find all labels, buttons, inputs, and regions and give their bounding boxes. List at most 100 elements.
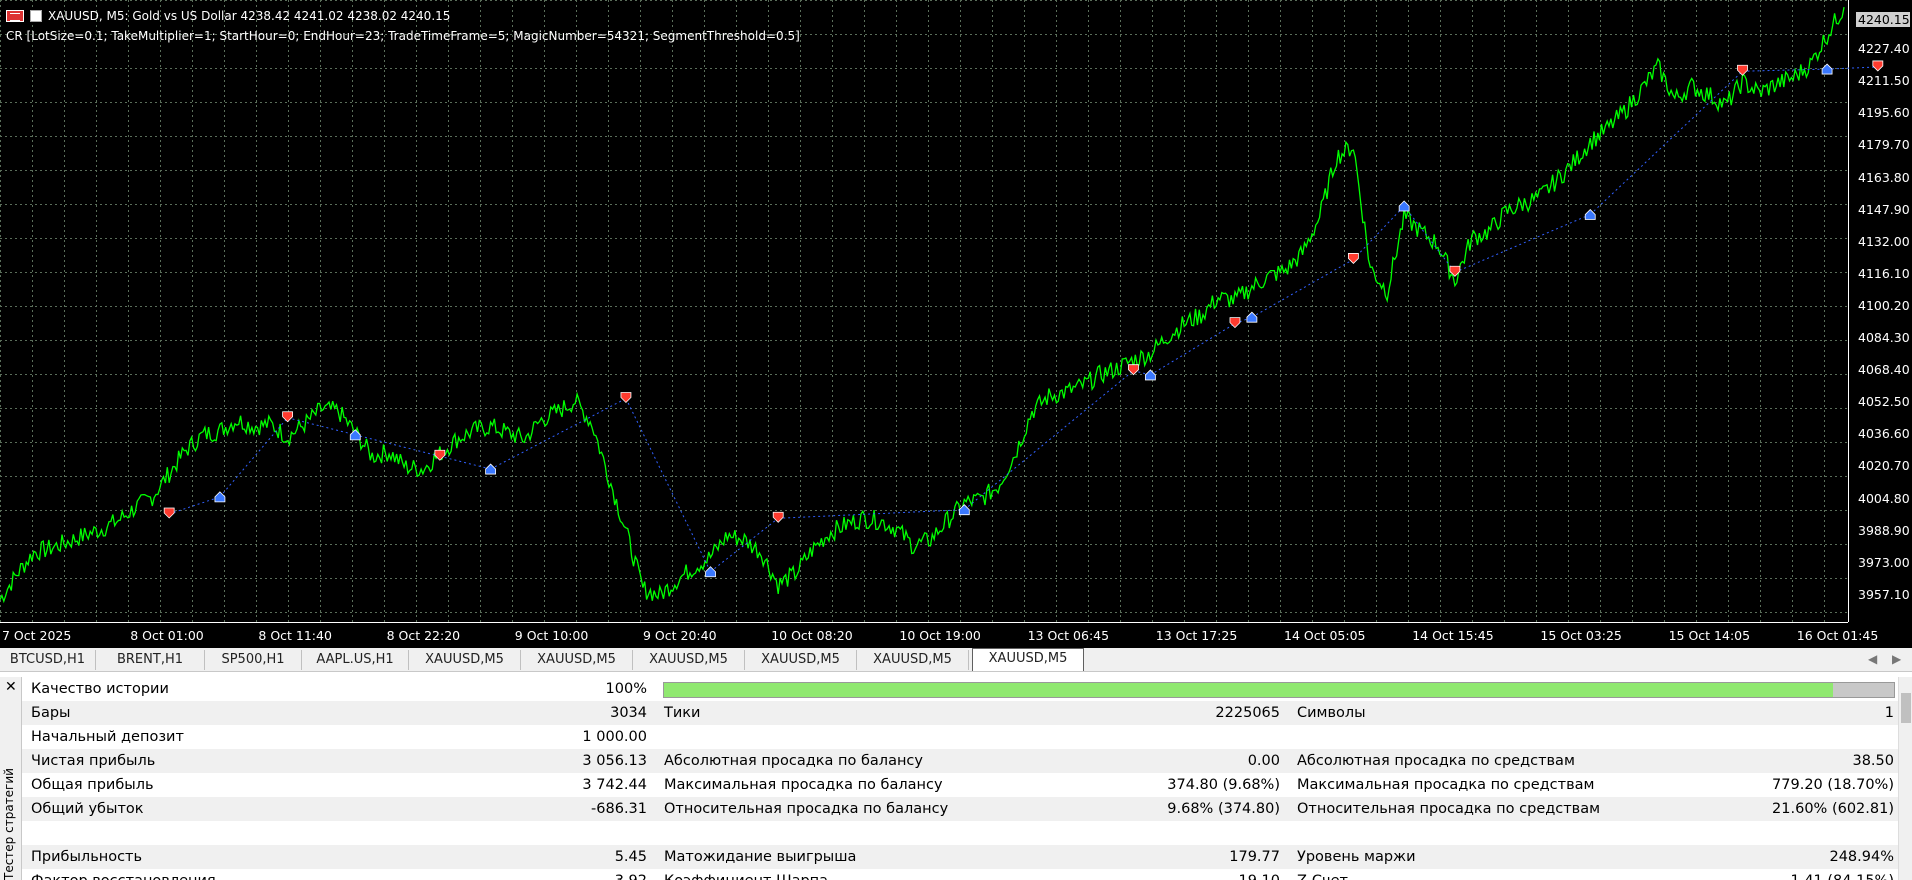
buy-marker [705,566,716,578]
report-label: Относительная просадка по балансу [664,801,949,817]
report-label: Фактор восстановления [31,873,216,880]
trade-path-line [1150,323,1236,376]
report-label: Общая прибыль [31,777,154,793]
trade-path-line [1742,68,1828,72]
chart-tab[interactable]: XAUUSD,M5 [633,650,745,670]
report-value: 3034 [610,705,647,721]
report-label: Общий убыток [31,801,144,817]
price-level-label: 4020.70 [1858,458,1910,474]
trade-path-line [1251,259,1354,318]
report-label: Абсолютная просадка по балансу [664,753,923,769]
time-label: 7 Oct 2025 [2,628,72,643]
time-label: 9 Oct 20:40 [643,628,717,643]
report-value: 179.77 [1229,849,1280,865]
chart-tab[interactable]: XAUUSD,M5 [521,650,633,670]
strategy-tester-report: ✕ Тестер стратегий Качество истории 100%… [0,677,1912,880]
quality-progress-fill [664,683,1833,697]
price-level-label: 4147.90 [1858,201,1910,217]
time-label: 14 Oct 15:45 [1412,628,1494,643]
report-label: Относительная просадка по средствам [1297,801,1601,817]
report-label: Коэффициент Шарпа [664,873,828,880]
time-label: 13 Oct 06:45 [1027,628,1110,643]
time-label: 13 Oct 17:25 [1155,628,1238,643]
price-level-label: 4100.20 [1858,297,1910,313]
chart-canvas [0,0,1884,623]
chart-symbol-icon [30,10,42,22]
chart-tab[interactable]: SP500,H1 [205,650,302,670]
tester-panel-title: Тестер стратегий [2,768,16,880]
report-label: Максимальная просадка по балансу [664,777,943,793]
price-level-label: 4116.10 [1858,265,1910,281]
price-chart[interactable]: XAUUSD, M5: Gold vs US Dollar 4238.42 42… [0,0,1912,648]
trade-path-line [1353,205,1405,260]
price-level-label: 4163.80 [1858,169,1910,185]
close-icon[interactable]: ✕ [5,679,17,695]
trade-path-line [169,496,221,515]
price-level-label: 4068.40 [1858,362,1910,378]
chart-tab[interactable]: XAUUSD,M5 [857,650,969,670]
report-value: 374.80 (9.68%) [1167,777,1280,793]
time-label: 9 Oct 10:00 [514,628,589,643]
buy-marker [214,491,226,503]
price-level-label: 4036.60 [1858,426,1910,442]
report-label: Максимальная просадка по средствам [1297,777,1595,793]
chart-tab[interactable]: XAUUSD,M5 [409,650,521,670]
report-value: 3.92 [492,873,647,880]
report-label: Абсолютная просадка по средствам [1297,753,1575,769]
price-level-label: 4211.50 [1858,73,1910,89]
buy-marker [1584,208,1596,220]
report-row: Общий убыток -686.31 Относительная просадк… [22,797,1898,821]
trade-path-line [1827,66,1878,70]
report-value: 248.94% [1829,849,1894,865]
report-label: Тики [664,705,701,721]
chart-tab[interactable]: BTCUSD,H1 [0,650,96,670]
report-label: Прибыльность [31,849,143,865]
report-value: 2225065 [1215,705,1280,721]
sell-marker [282,411,293,423]
price-level-label: 4195.60 [1858,105,1910,121]
time-label: 10 Oct 08:20 [771,628,853,643]
report-scrollbar[interactable] [1898,677,1912,880]
price-level-label: 3973.00 [1858,554,1910,570]
report-label: Уровень маржи [1297,849,1416,865]
quality-value: 100% [605,681,647,697]
time-label: 8 Oct 22:20 [386,628,461,643]
time-label: 8 Oct 11:40 [258,628,332,643]
price-level-label: 4084.30 [1858,330,1910,345]
report-label: Бары [31,705,71,721]
tabs-scroll-left-icon[interactable]: ◀ [1868,652,1877,666]
chart-tab[interactable]: AAPL.US,H1 [302,650,409,670]
chart-title-text: XAUUSD, M5: Gold vs US Dollar 4238.42 42… [48,9,451,23]
price-level-label: 4132.00 [1858,233,1910,249]
tabs-scroll-right-icon[interactable]: ▶ [1892,652,1901,666]
chart-tab[interactable]: XAUUSD,M5 [972,648,1084,671]
report-value: 779.20 (18.70%) [1772,777,1894,793]
chart-tab[interactable]: XAUUSD,M5 [745,650,857,670]
time-label: 15 Oct 03:25 [1540,628,1622,643]
price-level-label: 4004.80 [1858,490,1910,506]
report-label: Матожидание выигрыша [664,849,857,865]
chart-tab[interactable]: BRENT,H1 [96,650,205,670]
trade-path-line [439,455,491,470]
report-label: Начальный депозит [31,729,184,745]
sell-marker [620,392,632,404]
report-value: 21.60% (602.81) [1772,801,1894,817]
sell-marker [1128,364,1139,376]
report-value: 9.68% (374.80) [1167,801,1280,817]
report-value: 1 [1884,705,1894,721]
trade-path-line [1403,205,1456,273]
report-value: 38.50 [1852,753,1894,769]
report-label: Чистая прибыль [31,753,156,769]
report-value: 5.45 [614,849,647,865]
report-row: Прибыльность 5.45 Матожидание выигрыша 179.… [22,845,1898,869]
report-value: 0.00 [1247,753,1280,769]
price-level-label: 4052.50 [1858,394,1910,410]
report-row: Бары 3034 Тики 2225065 Символы 1 [22,701,1898,725]
scrollbar-thumb[interactable] [1901,693,1911,723]
chart-tabs-bar: BTCUSD,H1 BRENT,H1 SP500,H1 AAPL.US,H1 XAUUS… [0,648,1912,672]
time-label: 15 Oct 14:05 [1668,628,1751,643]
report-value: -1.41 (84.15%) [1672,873,1894,880]
report-row: Начальный депозит 1 000.00 [22,725,1898,749]
price-level-label: 3957.10 [1858,586,1910,602]
report-label: Символы [1297,705,1366,721]
